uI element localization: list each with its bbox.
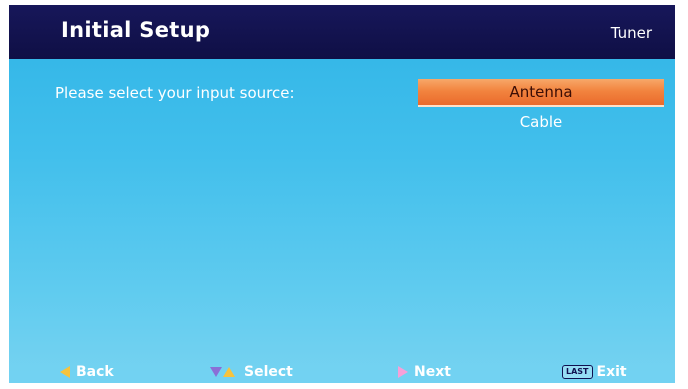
next-label: Next <box>414 364 451 380</box>
screen-background: Initial Setup Tuner Please select your i… <box>0 0 688 389</box>
page-title: Initial Setup <box>61 18 211 42</box>
select-label: Select <box>244 364 293 380</box>
section-label: Tuner <box>610 24 652 42</box>
triangle-up-icon <box>223 367 235 377</box>
triangle-down-icon <box>210 367 222 377</box>
select-hint[interactable]: Select <box>210 362 293 382</box>
option-cable[interactable]: Cable <box>418 109 664 135</box>
next-hint[interactable]: Next <box>398 362 451 382</box>
header-bar: Initial Setup Tuner <box>9 5 675 59</box>
input-source-prompt: Please select your input source: <box>55 84 295 102</box>
option-antenna[interactable]: Antenna <box>418 79 664 107</box>
back-label: Back <box>76 364 114 380</box>
back-hint[interactable]: Back <box>60 362 114 382</box>
triangle-left-icon <box>60 366 70 378</box>
triangle-right-icon <box>398 366 408 378</box>
exit-hint[interactable]: LAST Exit <box>562 362 627 382</box>
last-key-icon: LAST <box>562 365 593 379</box>
tv-menu-screen: Initial Setup Tuner Please select your i… <box>9 5 675 383</box>
exit-label: Exit <box>596 364 627 380</box>
